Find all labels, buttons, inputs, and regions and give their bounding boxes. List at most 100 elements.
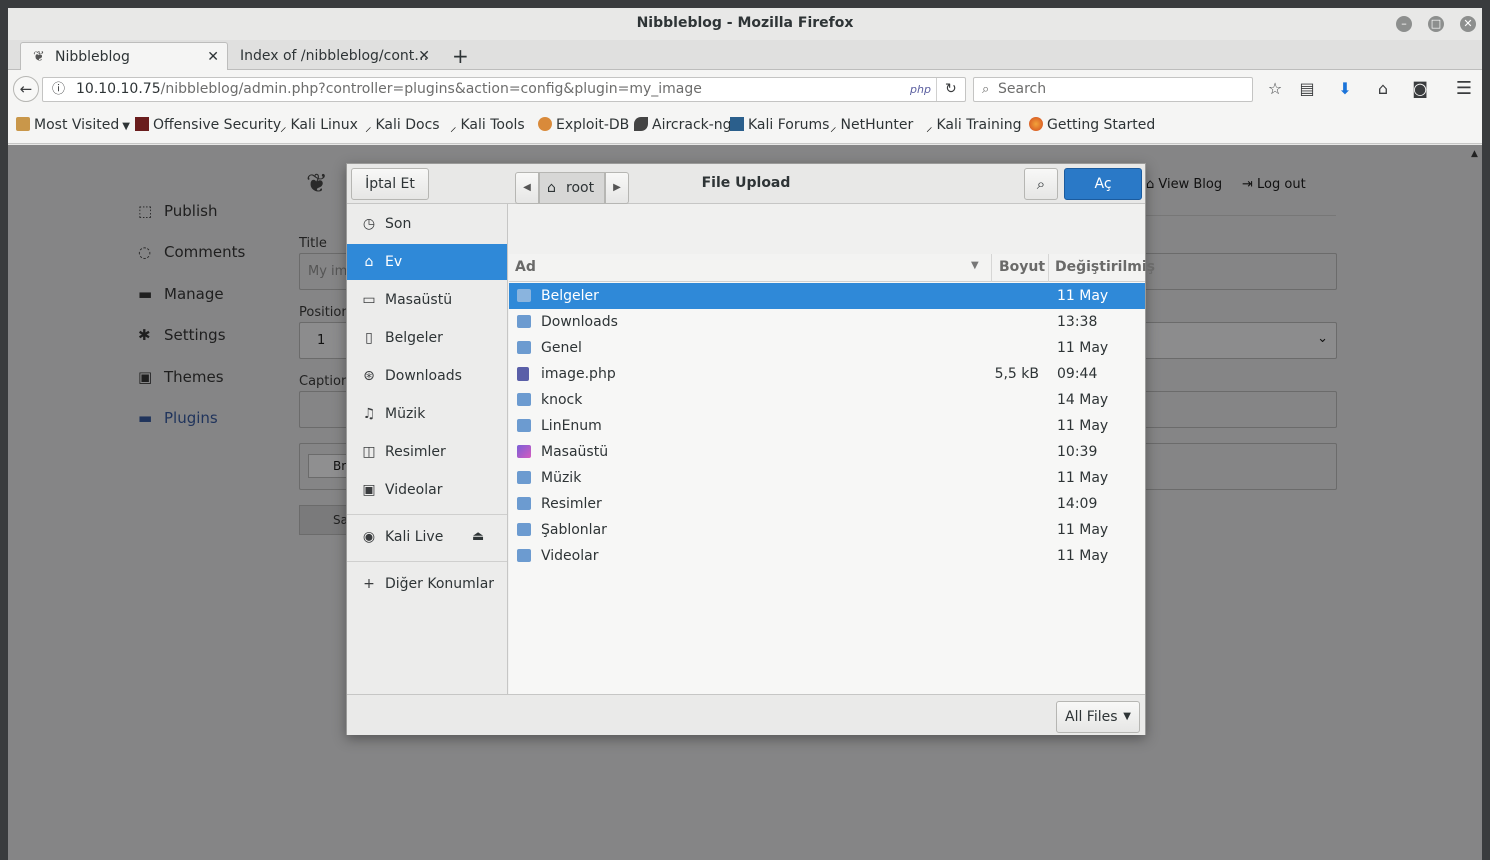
place-kali-live[interactable]: ◉ Kali Live ⏏ bbox=[347, 519, 507, 555]
php-badge-icon: php bbox=[910, 83, 931, 96]
place-videolar[interactable]: ▣ Videolar bbox=[347, 472, 507, 508]
scroll-up-icon[interactable]: ▲ bbox=[1471, 149, 1478, 159]
path-root-button[interactable]: ⌂ root bbox=[539, 172, 605, 204]
menu-icon[interactable]: ☰ bbox=[1454, 79, 1474, 99]
file-row[interactable]: Resimler 14:09 bbox=[509, 491, 1145, 517]
bookmark-kali-forums[interactable]: Kali Forums bbox=[730, 117, 829, 133]
download-icon[interactable]: ⬇ bbox=[1335, 79, 1355, 99]
bookmark-kali-tools[interactable]: ⸝ Kali Tools bbox=[450, 117, 525, 135]
bookmark-getting-started[interactable]: Getting Started bbox=[1029, 117, 1155, 133]
folder-icon: ▬ bbox=[138, 285, 153, 303]
file-row[interactable]: Şablonlar 11 May bbox=[509, 517, 1145, 543]
image-icon: ▣ bbox=[138, 368, 153, 386]
bookmark-star-icon[interactable]: ☆ bbox=[1265, 79, 1285, 99]
search-input[interactable]: ⌕ Search bbox=[973, 77, 1253, 102]
path-back-icon[interactable]: ◀ bbox=[515, 172, 539, 204]
file-row[interactable]: knock 14 May bbox=[509, 387, 1145, 413]
sidebar-item-comments[interactable]: ◌ Comments bbox=[138, 243, 245, 261]
view-blog-link[interactable]: ⌂ View Blog bbox=[1146, 177, 1222, 192]
file-row[interactable]: LinEnum 11 May bbox=[509, 413, 1145, 439]
page-scrollbar[interactable]: ▲ bbox=[1470, 145, 1482, 860]
sidebar-item-publish[interactable]: ⬚ Publish bbox=[138, 202, 217, 220]
pocket-icon[interactable]: ◙ bbox=[1410, 79, 1430, 99]
file-row[interactable]: image.php 5,5 kB 09:44 bbox=[509, 361, 1145, 387]
sidebar-item-themes[interactable]: ▣ Themes bbox=[138, 368, 224, 386]
path-forward-icon[interactable]: ▶ bbox=[605, 172, 629, 204]
place-downloads[interactable]: ⊛ Downloads bbox=[347, 358, 507, 394]
chevron-down-icon: ⌄ bbox=[1317, 331, 1328, 346]
place-other-locations[interactable]: + Diğer Konumlar bbox=[347, 566, 507, 602]
url-bar[interactable]: ⓘ 10.10.10.75/nibbleblog/admin.php?contr… bbox=[42, 77, 966, 102]
folder-templates-icon bbox=[517, 523, 531, 536]
kali-icon: ⸝ bbox=[280, 120, 287, 135]
close-icon[interactable]: ✕ bbox=[1460, 16, 1476, 32]
file-row[interactable]: Belgeler 11 May bbox=[509, 283, 1145, 309]
file-row[interactable]: Masaüstü 10:39 bbox=[509, 439, 1145, 465]
file-filter-select[interactable]: All Files ▼ bbox=[1056, 701, 1140, 733]
open-button[interactable]: Aç bbox=[1064, 168, 1142, 200]
camera-icon: ◫ bbox=[362, 444, 376, 460]
firefox-window: Nibbleblog - Mozilla Firefox – □ ✕ ❦ Nib… bbox=[8, 8, 1482, 860]
publish-icon: ⬚ bbox=[138, 202, 153, 220]
file-row[interactable]: Genel 11 May bbox=[509, 335, 1145, 361]
place-belgeler[interactable]: ▯ Belgeler bbox=[347, 320, 507, 356]
column-modified[interactable]: Değiştirilmiş bbox=[1055, 259, 1155, 275]
place-ev[interactable]: ⌂ Ev bbox=[347, 244, 507, 280]
home-icon: ⌂ bbox=[364, 254, 374, 270]
new-tab-icon[interactable]: + bbox=[452, 44, 469, 68]
reading-list-icon[interactable]: ▤ bbox=[1297, 79, 1317, 99]
sidebar-item-manage[interactable]: ▬ Manage bbox=[138, 285, 224, 303]
bookmark-exploit-db[interactable]: Exploit-DB bbox=[538, 117, 629, 133]
info-icon[interactable]: ⓘ bbox=[52, 78, 65, 101]
file-row[interactable]: Downloads 13:38 bbox=[509, 309, 1145, 335]
logout-link[interactable]: ⇥ Log out bbox=[1242, 177, 1306, 192]
close-tab-icon[interactable]: ✕ bbox=[418, 42, 430, 70]
column-size[interactable]: Boyut bbox=[999, 259, 1045, 275]
search-button[interactable]: ⌕ bbox=[1024, 168, 1058, 200]
kali-forums-icon bbox=[730, 117, 744, 131]
bookmark-kali-linux[interactable]: ⸝ Kali Linux bbox=[280, 117, 358, 135]
url-divider bbox=[936, 78, 937, 101]
close-tab-icon[interactable]: ✕ bbox=[207, 43, 219, 70]
comments-icon: ◌ bbox=[138, 243, 152, 261]
back-icon[interactable]: ← bbox=[13, 76, 39, 102]
file-row[interactable]: Videolar 11 May bbox=[509, 543, 1145, 569]
column-divider bbox=[1048, 254, 1049, 282]
reload-icon[interactable]: ↻ bbox=[945, 78, 957, 101]
file-row[interactable]: Müzik 11 May bbox=[509, 465, 1145, 491]
nibbleblog-logo-icon: ❦ bbox=[306, 169, 328, 199]
bookmark-kali-training[interactable]: ⸝ Kali Training bbox=[926, 117, 1021, 135]
sidebar-item-plugins[interactable]: ▬ Plugins bbox=[138, 409, 218, 427]
bookmark-aircrack-ng[interactable]: Aircrack-ng bbox=[634, 117, 732, 133]
tab-index[interactable]: Index of /nibbleblog/cont… ✕ bbox=[230, 42, 438, 70]
bookmark-nethunter[interactable]: ⸝ NetHunter bbox=[830, 117, 913, 135]
bookmark-kali-docs[interactable]: ⸝ Kali Docs bbox=[365, 117, 440, 135]
download-icon: ⊛ bbox=[363, 368, 375, 384]
maximize-icon[interactable]: □ bbox=[1428, 16, 1444, 32]
header-divider bbox=[1146, 215, 1336, 216]
sort-down-icon[interactable]: ▼ bbox=[971, 260, 979, 271]
search-icon: ⌕ bbox=[982, 82, 990, 97]
window-title: Nibbleblog - Mozilla Firefox bbox=[636, 15, 854, 31]
dialog-footer: All Files ▼ bbox=[347, 694, 1145, 735]
place-masaustu[interactable]: ▭ Masaüstü bbox=[347, 282, 507, 318]
minimize-icon[interactable]: – bbox=[1396, 16, 1412, 32]
folder-icon: ▬ bbox=[138, 409, 153, 427]
film-icon: ▣ bbox=[362, 482, 376, 498]
place-son[interactable]: ◷ Son bbox=[347, 206, 507, 242]
kali-icon: ⸝ bbox=[450, 120, 457, 135]
bookmark-offensive-security[interactable]: Offensive Security bbox=[135, 117, 281, 133]
logout-icon: ⇥ bbox=[1242, 177, 1258, 192]
place-resimler[interactable]: ◫ Resimler bbox=[347, 434, 507, 470]
aircrack-icon bbox=[634, 117, 648, 131]
url-path: /nibbleblog/admin.php?controller=plugins… bbox=[160, 81, 702, 97]
home-icon[interactable]: ⌂ bbox=[1373, 79, 1393, 99]
tab-nibbleblog[interactable]: ❦ Nibbleblog ✕ bbox=[20, 42, 228, 70]
php-file-icon bbox=[517, 367, 529, 381]
eject-icon[interactable]: ⏏ bbox=[472, 519, 484, 555]
folder-music-icon bbox=[517, 471, 531, 484]
sidebar-item-settings[interactable]: ✱ Settings bbox=[138, 326, 226, 344]
place-muzik[interactable]: ♫ Müzik bbox=[347, 396, 507, 432]
bookmark-most-visited[interactable]: Most Visited ▼ bbox=[16, 117, 130, 133]
column-name[interactable]: Ad bbox=[515, 259, 536, 275]
